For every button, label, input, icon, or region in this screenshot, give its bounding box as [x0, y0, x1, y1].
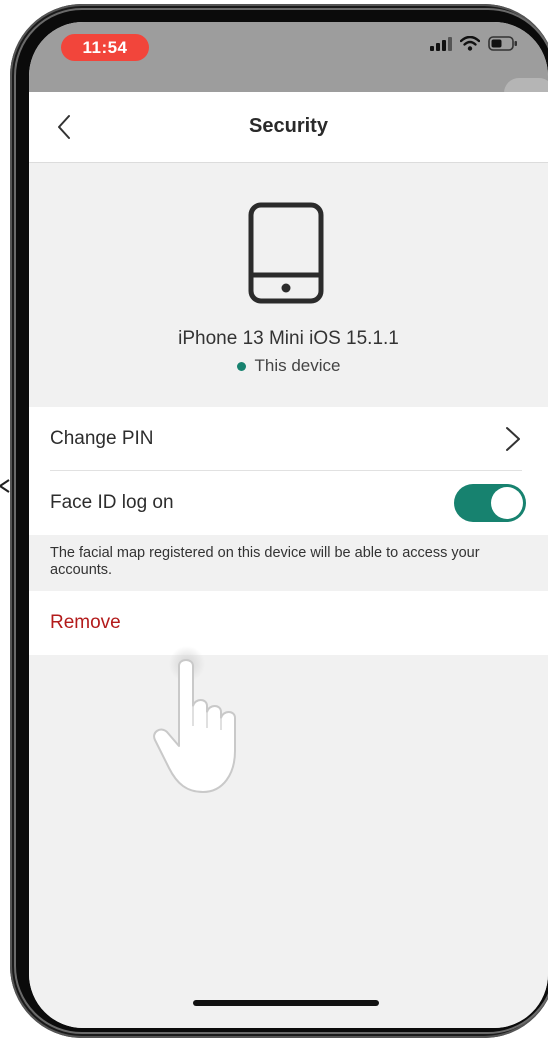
remove-device-button[interactable]: Remove [29, 591, 548, 655]
face-id-helper-text: The facial map registered on this device… [29, 537, 548, 591]
status-icons [430, 36, 518, 51]
status-time: 11:54 [61, 34, 149, 61]
face-id-label: Face ID log on [50, 492, 174, 513]
device-status: This device [29, 356, 548, 376]
device-status-label: This device [254, 356, 341, 375]
tap-hand-icon [153, 646, 236, 793]
face-id-toggle[interactable] [454, 484, 526, 522]
home-indicator[interactable] [193, 1000, 379, 1006]
security-settings-list: Change PIN Face ID log on [29, 407, 548, 535]
face-id-row: Face ID log on [29, 471, 548, 535]
toggle-knob [491, 487, 523, 519]
security-sheet: Security iPhone 13 Mini iOS 15.1.1 This … [29, 92, 548, 1028]
device-name: iPhone 13 Mini iOS 15.1.1 [178, 328, 399, 349]
change-pin-row[interactable]: Change PIN [29, 407, 548, 471]
status-dot-icon [236, 361, 246, 371]
cellular-signal-icon [430, 36, 452, 51]
remove-label: Remove [50, 612, 121, 633]
smartphone-icon [248, 202, 324, 304]
screenshot-stage: 11:54 Security iPhone 13 Mini iOS 15.1.1… [0, 0, 548, 1043]
wifi-icon [460, 36, 480, 51]
change-pin-label: Change PIN [50, 428, 154, 449]
battery-icon [488, 36, 517, 51]
navigation-bar: Security [29, 92, 548, 163]
status-bar: 11:54 [29, 22, 548, 108]
phone-screen: 11:54 Security iPhone 13 Mini iOS 15.1.1… [29, 22, 548, 1028]
page-title: Security [249, 115, 328, 137]
chevron-right-icon [506, 427, 520, 451]
